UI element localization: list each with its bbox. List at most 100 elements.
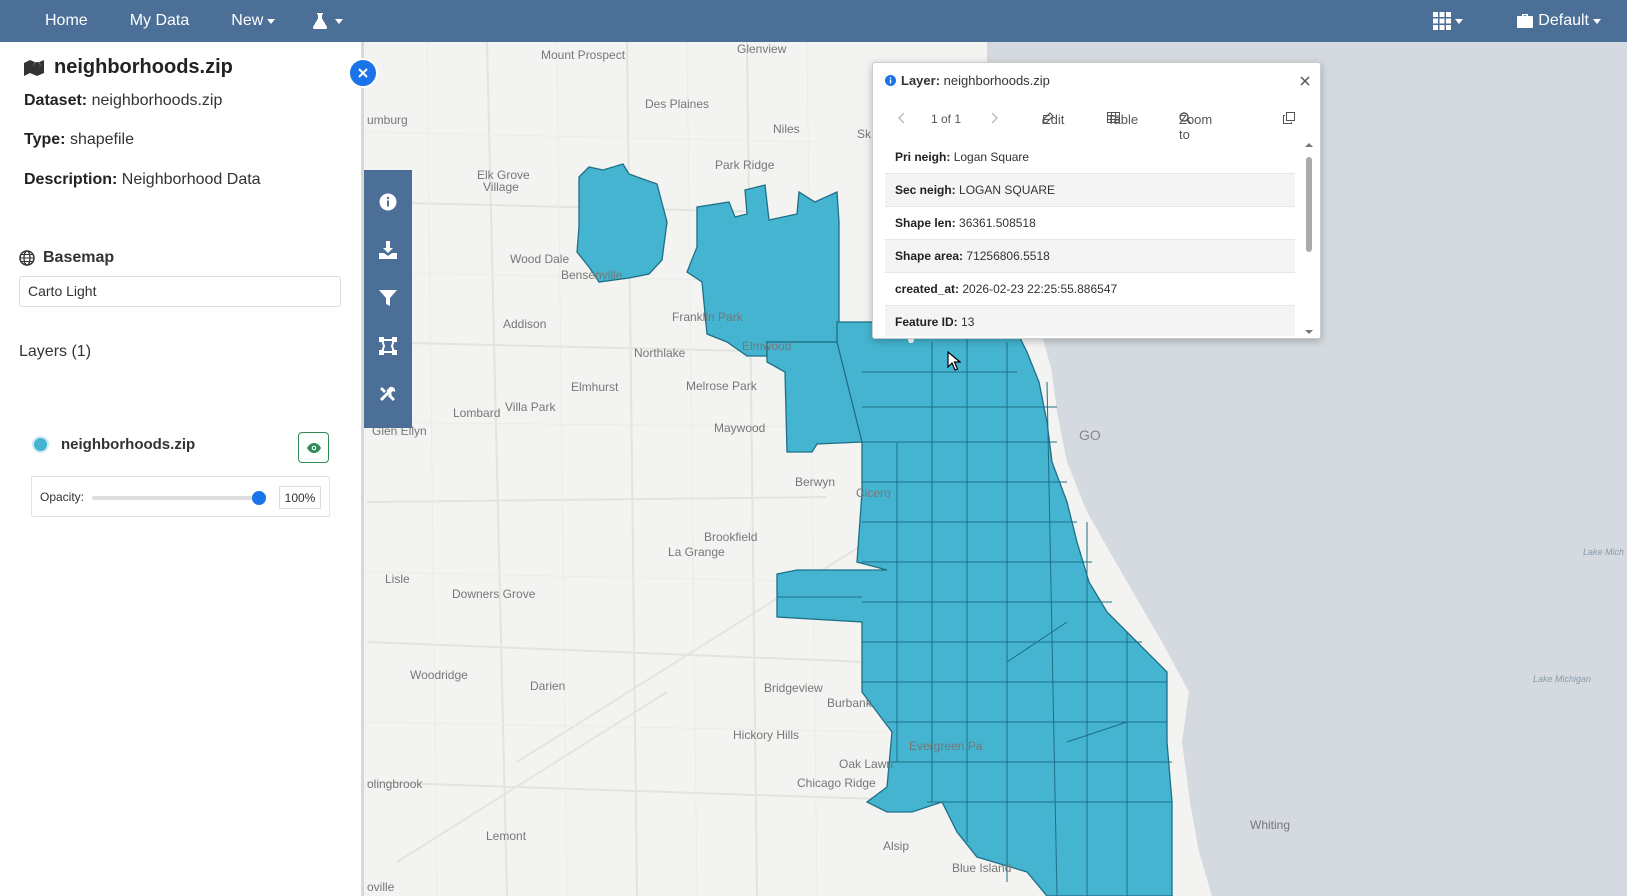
map-marker-icon <box>24 59 44 76</box>
chevron-down-icon <box>267 18 276 24</box>
map-label: Lisle <box>385 572 410 586</box>
map-label: Lombard <box>453 406 501 420</box>
popup-title: Layer: neighborhoods.zip <box>885 73 1050 88</box>
chevron-right-icon <box>991 112 999 124</box>
map-label: Darien <box>530 679 566 693</box>
chevron-left-icon <box>897 112 905 124</box>
open-table-button[interactable]: Table <box>1107 112 1138 127</box>
workspace-dropdown[interactable]: Default <box>1497 0 1627 42</box>
map-label: Lemont <box>486 829 527 843</box>
copy-feature-button[interactable] <box>1283 112 1295 124</box>
close-panel-button[interactable] <box>348 58 378 88</box>
layer-item[interactable]: neighborhoods.zip <box>32 432 332 464</box>
type-field: Type: shapefile <box>24 131 134 149</box>
tools-button[interactable] <box>364 370 412 418</box>
map-label: Burbank <box>827 696 872 710</box>
attribute-key: Feature ID: <box>895 315 958 329</box>
opacity-value-input[interactable]: 100% <box>279 486 321 509</box>
flask-icon <box>313 13 328 29</box>
map-label: Mount Prospect <box>541 48 626 62</box>
info-circle-icon <box>885 75 896 86</box>
attribute-value: Logan Square <box>953 150 1030 164</box>
download-tool-button[interactable] <box>364 226 412 274</box>
map-label: Whiting <box>1250 818 1291 832</box>
dataset-sidebar: neighborhoods.zip Dataset: neighborhoods… <box>0 42 364 896</box>
opacity-slider[interactable] <box>92 491 266 505</box>
map-label: umburg <box>367 113 408 127</box>
top-navbar: Home My Data New Default <box>0 0 1627 42</box>
description-label: Description: <box>24 171 118 188</box>
info-tool-button[interactable] <box>364 178 412 226</box>
chevron-down-icon <box>1593 18 1601 24</box>
nav-new-dropdown[interactable]: New <box>209 0 295 42</box>
map-label: Park Ridge <box>715 158 775 172</box>
map-label: GO <box>1079 427 1101 443</box>
map-label: Alsip <box>883 839 910 853</box>
dataset-title-text: neighborhoods.zip <box>54 56 233 78</box>
nav-my-data[interactable]: My Data <box>108 0 210 42</box>
copy-icon <box>1283 112 1295 124</box>
opacity-control: Opacity: 100% <box>31 476 330 517</box>
feature-attributes: Pri neigh: Logan Square Sec neigh: LOGAN… <box>885 141 1295 336</box>
tools-icon <box>379 386 396 402</box>
filter-tool-button[interactable] <box>364 274 412 322</box>
close-icon <box>358 68 368 78</box>
popup-toolbar: 1 of 1 Edit Table Zoom to <box>885 112 1305 142</box>
attribute-key: Shape area: <box>895 249 964 263</box>
dataset-value: neighborhoods.zip <box>91 92 223 109</box>
attribute-value: LOGAN SQUARE <box>959 183 1056 197</box>
map-label: Wood Dale <box>510 252 570 266</box>
map-label: Elmhurst <box>571 380 619 394</box>
map-label: Franklin Park <box>672 310 743 324</box>
popup-title-label: Layer: <box>901 73 941 88</box>
attribute-key: Shape len: <box>895 216 956 230</box>
map-label: Lake Mich <box>1583 547 1625 557</box>
attribute-row: Shape len: 36361.508518 <box>885 207 1295 240</box>
description-value: Neighborhood Data <box>121 171 261 188</box>
map-label: Niles <box>773 122 800 136</box>
scroll-up-arrow-icon <box>1305 143 1313 147</box>
previous-feature-button[interactable] <box>897 112 905 124</box>
apps-grid-dropdown[interactable] <box>1413 0 1497 42</box>
popup-close-button[interactable] <box>1300 73 1310 91</box>
zoom-to-feature-button[interactable]: Zoom to <box>1179 112 1212 142</box>
map-label: Addison <box>503 317 547 331</box>
popup-scrollbar[interactable] <box>1304 141 1314 336</box>
map-label: Maywood <box>714 421 766 435</box>
map-label: Northlake <box>634 346 686 360</box>
map-label: oville <box>367 880 395 894</box>
mouse-cursor-icon <box>947 351 961 371</box>
layer-color-swatch <box>32 436 49 453</box>
map-label: Oak Lawn <box>839 757 894 771</box>
attribute-row: Shape area: 71256806.5518 <box>885 240 1295 273</box>
dataset-title: neighborhoods.zip <box>24 56 233 79</box>
popup-scrollbar-thumb[interactable] <box>1306 157 1312 252</box>
map-label: Downers Grove <box>452 587 536 601</box>
info-icon <box>379 193 397 211</box>
nav-home[interactable]: Home <box>0 0 108 42</box>
attribute-row: created_at: 2026-02-23 22:25:55.886547 <box>885 273 1295 306</box>
map-label: Elmwood <box>742 339 792 353</box>
table-label: Table <box>1107 112 1139 127</box>
globe-icon <box>19 250 35 266</box>
feature-info-popup: Layer: neighborhoods.zip 1 of 1 Edit Tab… <box>872 62 1321 339</box>
popup-title-value: neighborhoods.zip <box>943 73 1050 88</box>
basemap-select[interactable]: Carto Light <box>19 276 341 307</box>
draw-polygon-icon <box>379 337 397 355</box>
attribute-key: created_at: <box>895 282 960 296</box>
chevron-down-icon <box>1455 18 1464 24</box>
nav-home-label: Home <box>45 12 88 29</box>
dataset-field: Dataset: neighborhoods.zip <box>24 92 222 110</box>
next-feature-button[interactable] <box>991 112 999 124</box>
nav-new-label: New <box>231 12 264 29</box>
type-value: shapefile <box>69 131 134 148</box>
feature-pager: 1 of 1 <box>931 112 962 126</box>
description-field: Description: Neighborhood Data <box>24 171 261 189</box>
layer-visibility-toggle[interactable] <box>298 432 329 463</box>
opacity-slider-thumb[interactable] <box>252 491 266 505</box>
draw-polygon-tool-button[interactable] <box>364 322 412 370</box>
map-label: Villa Park <box>505 400 556 414</box>
nav-labs-dropdown[interactable] <box>295 0 363 42</box>
edit-feature-button[interactable]: Edit <box>1042 112 1064 127</box>
edit-label: Edit <box>1042 112 1065 127</box>
